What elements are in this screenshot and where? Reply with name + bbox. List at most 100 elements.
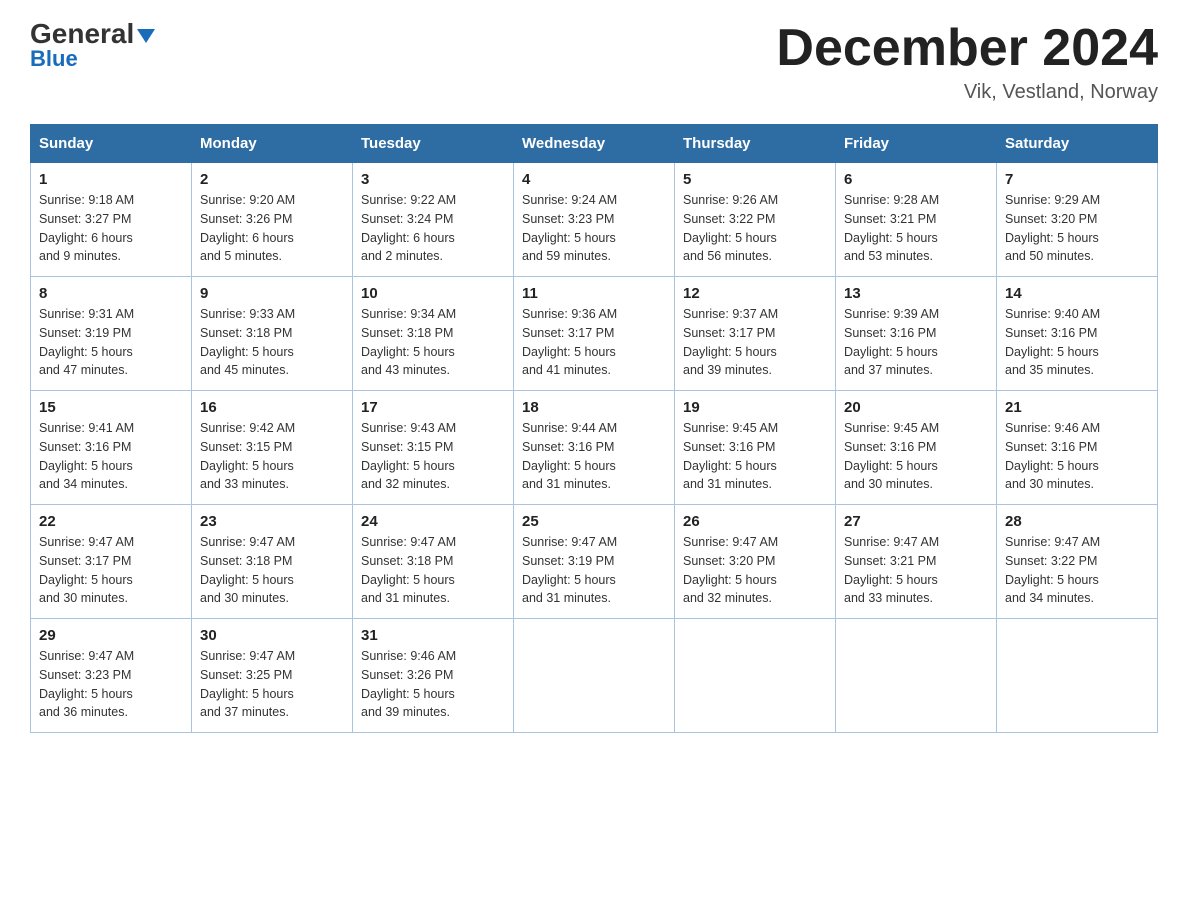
day-number: 26 (683, 513, 827, 530)
calendar-week-row: 15 Sunrise: 9:41 AMSunset: 3:16 PMDaylig… (31, 391, 1158, 505)
logo: General Blue (30, 20, 155, 72)
table-row: 15 Sunrise: 9:41 AMSunset: 3:16 PMDaylig… (31, 391, 192, 505)
day-number: 10 (361, 285, 505, 302)
day-info: Sunrise: 9:42 AMSunset: 3:15 PMDaylight:… (200, 419, 344, 494)
day-number: 13 (844, 285, 988, 302)
table-row: 19 Sunrise: 9:45 AMSunset: 3:16 PMDaylig… (675, 391, 836, 505)
day-number: 29 (39, 627, 183, 644)
table-row: 17 Sunrise: 9:43 AMSunset: 3:15 PMDaylig… (353, 391, 514, 505)
day-info: Sunrise: 9:24 AMSunset: 3:23 PMDaylight:… (522, 191, 666, 266)
day-info: Sunrise: 9:47 AMSunset: 3:17 PMDaylight:… (39, 533, 183, 608)
table-row: 24 Sunrise: 9:47 AMSunset: 3:18 PMDaylig… (353, 505, 514, 619)
day-number: 1 (39, 171, 183, 188)
day-info: Sunrise: 9:31 AMSunset: 3:19 PMDaylight:… (39, 305, 183, 380)
day-number: 6 (844, 171, 988, 188)
table-row: 4 Sunrise: 9:24 AMSunset: 3:23 PMDayligh… (514, 163, 675, 277)
day-info: Sunrise: 9:34 AMSunset: 3:18 PMDaylight:… (361, 305, 505, 380)
day-info: Sunrise: 9:44 AMSunset: 3:16 PMDaylight:… (522, 419, 666, 494)
table-row (836, 619, 997, 733)
day-info: Sunrise: 9:47 AMSunset: 3:21 PMDaylight:… (844, 533, 988, 608)
day-number: 14 (1005, 285, 1149, 302)
col-tuesday: Tuesday (353, 125, 514, 163)
title-block: December 2024 Vik, Vestland, Norway (776, 20, 1158, 104)
col-thursday: Thursday (675, 125, 836, 163)
table-row: 10 Sunrise: 9:34 AMSunset: 3:18 PMDaylig… (353, 277, 514, 391)
day-number: 11 (522, 285, 666, 302)
table-row: 8 Sunrise: 9:31 AMSunset: 3:19 PMDayligh… (31, 277, 192, 391)
day-number: 17 (361, 399, 505, 416)
day-info: Sunrise: 9:47 AMSunset: 3:22 PMDaylight:… (1005, 533, 1149, 608)
day-info: Sunrise: 9:47 AMSunset: 3:18 PMDaylight:… (200, 533, 344, 608)
day-info: Sunrise: 9:47 AMSunset: 3:18 PMDaylight:… (361, 533, 505, 608)
table-row: 5 Sunrise: 9:26 AMSunset: 3:22 PMDayligh… (675, 163, 836, 277)
day-number: 21 (1005, 399, 1149, 416)
day-info: Sunrise: 9:18 AMSunset: 3:27 PMDaylight:… (39, 191, 183, 266)
day-info: Sunrise: 9:47 AMSunset: 3:19 PMDaylight:… (522, 533, 666, 608)
table-row: 23 Sunrise: 9:47 AMSunset: 3:18 PMDaylig… (192, 505, 353, 619)
table-row: 13 Sunrise: 9:39 AMSunset: 3:16 PMDaylig… (836, 277, 997, 391)
table-row: 12 Sunrise: 9:37 AMSunset: 3:17 PMDaylig… (675, 277, 836, 391)
day-number: 22 (39, 513, 183, 530)
day-number: 12 (683, 285, 827, 302)
table-row: 18 Sunrise: 9:44 AMSunset: 3:16 PMDaylig… (514, 391, 675, 505)
calendar-week-row: 1 Sunrise: 9:18 AMSunset: 3:27 PMDayligh… (31, 163, 1158, 277)
calendar-table: Sunday Monday Tuesday Wednesday Thursday… (30, 124, 1158, 733)
day-number: 20 (844, 399, 988, 416)
logo-text-part1: General (30, 20, 134, 48)
table-row: 9 Sunrise: 9:33 AMSunset: 3:18 PMDayligh… (192, 277, 353, 391)
day-number: 5 (683, 171, 827, 188)
calendar-header-row: Sunday Monday Tuesday Wednesday Thursday… (31, 125, 1158, 163)
table-row: 7 Sunrise: 9:29 AMSunset: 3:20 PMDayligh… (997, 163, 1158, 277)
day-info: Sunrise: 9:47 AMSunset: 3:20 PMDaylight:… (683, 533, 827, 608)
day-info: Sunrise: 9:40 AMSunset: 3:16 PMDaylight:… (1005, 305, 1149, 380)
col-sunday: Sunday (31, 125, 192, 163)
table-row (514, 619, 675, 733)
day-info: Sunrise: 9:45 AMSunset: 3:16 PMDaylight:… (683, 419, 827, 494)
col-monday: Monday (192, 125, 353, 163)
page-header: General Blue December 2024 Vik, Vestland… (30, 20, 1158, 104)
day-info: Sunrise: 9:47 AMSunset: 3:25 PMDaylight:… (200, 647, 344, 722)
day-info: Sunrise: 9:43 AMSunset: 3:15 PMDaylight:… (361, 419, 505, 494)
day-number: 3 (361, 171, 505, 188)
day-number: 2 (200, 171, 344, 188)
col-friday: Friday (836, 125, 997, 163)
day-number: 30 (200, 627, 344, 644)
day-number: 23 (200, 513, 344, 530)
day-info: Sunrise: 9:26 AMSunset: 3:22 PMDaylight:… (683, 191, 827, 266)
day-info: Sunrise: 9:37 AMSunset: 3:17 PMDaylight:… (683, 305, 827, 380)
day-info: Sunrise: 9:29 AMSunset: 3:20 PMDaylight:… (1005, 191, 1149, 266)
table-row (675, 619, 836, 733)
table-row: 16 Sunrise: 9:42 AMSunset: 3:15 PMDaylig… (192, 391, 353, 505)
logo-triangle-icon (137, 29, 155, 43)
day-info: Sunrise: 9:22 AMSunset: 3:24 PMDaylight:… (361, 191, 505, 266)
table-row: 21 Sunrise: 9:46 AMSunset: 3:16 PMDaylig… (997, 391, 1158, 505)
table-row: 29 Sunrise: 9:47 AMSunset: 3:23 PMDaylig… (31, 619, 192, 733)
day-info: Sunrise: 9:36 AMSunset: 3:17 PMDaylight:… (522, 305, 666, 380)
day-info: Sunrise: 9:47 AMSunset: 3:23 PMDaylight:… (39, 647, 183, 722)
day-info: Sunrise: 9:28 AMSunset: 3:21 PMDaylight:… (844, 191, 988, 266)
day-number: 24 (361, 513, 505, 530)
col-wednesday: Wednesday (514, 125, 675, 163)
day-number: 9 (200, 285, 344, 302)
table-row: 6 Sunrise: 9:28 AMSunset: 3:21 PMDayligh… (836, 163, 997, 277)
day-number: 8 (39, 285, 183, 302)
table-row: 14 Sunrise: 9:40 AMSunset: 3:16 PMDaylig… (997, 277, 1158, 391)
calendar-week-row: 22 Sunrise: 9:47 AMSunset: 3:17 PMDaylig… (31, 505, 1158, 619)
month-title: December 2024 (776, 20, 1158, 77)
day-number: 4 (522, 171, 666, 188)
day-number: 27 (844, 513, 988, 530)
day-info: Sunrise: 9:41 AMSunset: 3:16 PMDaylight:… (39, 419, 183, 494)
day-info: Sunrise: 9:33 AMSunset: 3:18 PMDaylight:… (200, 305, 344, 380)
table-row: 22 Sunrise: 9:47 AMSunset: 3:17 PMDaylig… (31, 505, 192, 619)
day-number: 15 (39, 399, 183, 416)
table-row: 1 Sunrise: 9:18 AMSunset: 3:27 PMDayligh… (31, 163, 192, 277)
table-row: 25 Sunrise: 9:47 AMSunset: 3:19 PMDaylig… (514, 505, 675, 619)
location: Vik, Vestland, Norway (776, 81, 1158, 104)
day-info: Sunrise: 9:46 AMSunset: 3:16 PMDaylight:… (1005, 419, 1149, 494)
table-row: 2 Sunrise: 9:20 AMSunset: 3:26 PMDayligh… (192, 163, 353, 277)
day-info: Sunrise: 9:45 AMSunset: 3:16 PMDaylight:… (844, 419, 988, 494)
day-info: Sunrise: 9:20 AMSunset: 3:26 PMDaylight:… (200, 191, 344, 266)
day-number: 28 (1005, 513, 1149, 530)
day-number: 16 (200, 399, 344, 416)
table-row: 31 Sunrise: 9:46 AMSunset: 3:26 PMDaylig… (353, 619, 514, 733)
